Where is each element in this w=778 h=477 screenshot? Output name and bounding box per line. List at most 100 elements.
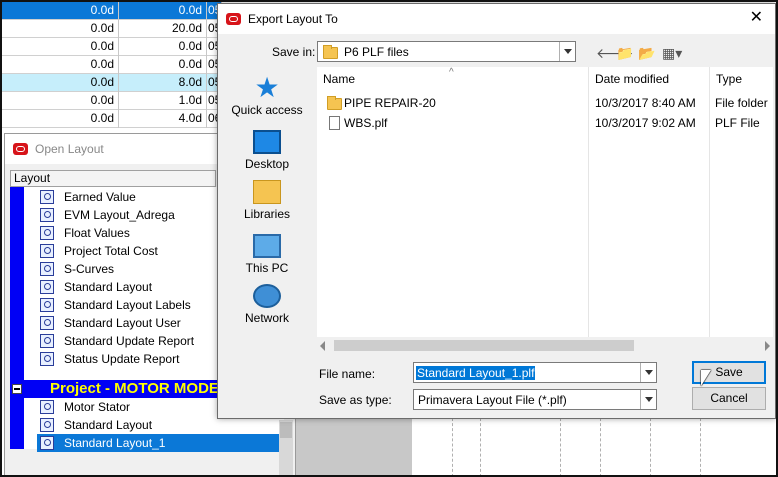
- file-name-label: File name:: [319, 367, 376, 381]
- grid-row[interactable]: 0.0d 0.0d 05: [2, 56, 222, 74]
- collapse-icon[interactable]: [12, 384, 22, 394]
- group-gutter: [10, 398, 24, 449]
- layout-icon: [40, 244, 54, 258]
- layout-icon: [40, 352, 54, 366]
- close-icon[interactable]: ✕: [750, 10, 763, 26]
- column-header-type[interactable]: Type: [710, 67, 773, 91]
- mouse-cursor-icon: [701, 370, 711, 386]
- layout-icon: [40, 262, 54, 276]
- grid-cell: 0.0d: [119, 56, 207, 74]
- layout-item-label: EVM Layout_Adrega: [64, 208, 175, 222]
- grid-cell: 0.0d: [119, 38, 207, 56]
- scroll-left-icon[interactable]: [320, 341, 325, 351]
- project-group-label: Project - MOTOR MODE: [50, 380, 219, 397]
- export-dialog-titlebar[interactable]: Export Layout To ✕: [218, 4, 775, 34]
- chevron-down-icon[interactable]: [640, 390, 656, 409]
- file-list: ^ Name Date modified Type PIPE REPAIR-20…: [317, 67, 773, 337]
- group-gutter: [10, 187, 24, 380]
- place-network[interactable]: Network: [223, 284, 311, 325]
- grid-row[interactable]: 0.0d 0.0d 05: [2, 2, 222, 20]
- grid-row[interactable]: 0.0d 20.0d 05: [2, 20, 222, 38]
- network-icon: [253, 284, 281, 308]
- layout-item-label: Standard Layout: [64, 418, 153, 432]
- gantt-gridline: [650, 418, 651, 477]
- gantt-gridline: [700, 418, 701, 477]
- activity-grid: 0.0d 0.0d 05 0.0d 20.0d 05 0.0d 0.0d 05 …: [2, 2, 222, 132]
- chevron-down-icon[interactable]: [559, 42, 575, 61]
- desktop-icon: [253, 130, 281, 154]
- layout-item-label: Status Update Report: [64, 352, 180, 366]
- save-as-type-select[interactable]: Primavera Layout File (*.plf): [413, 389, 657, 410]
- file-list-hscrollbar[interactable]: [317, 337, 773, 354]
- folder-icon: [323, 45, 338, 59]
- file-type: File folder: [715, 96, 768, 110]
- layout-item-label: S-Curves: [64, 262, 115, 276]
- place-label: Libraries: [243, 207, 291, 221]
- layout-item-label: Standard Layout Labels: [64, 298, 191, 312]
- libraries-icon: [253, 180, 281, 204]
- grid-cell: 0.0d: [2, 2, 119, 20]
- file-row[interactable]: PIPE REPAIR-20 10/3/2017 8:40 AM File fo…: [317, 93, 773, 113]
- grid-cell: 0.0d: [2, 110, 119, 128]
- cancel-button[interactable]: Cancel: [692, 387, 766, 410]
- grid-row[interactable]: 0.0d 4.0d 06: [2, 110, 222, 128]
- gantt-gridline: [600, 418, 601, 477]
- scrollbar-thumb[interactable]: [334, 340, 634, 351]
- oracle-logo-icon: [13, 143, 28, 155]
- open-layout-title: Open Layout: [35, 142, 104, 156]
- layout-icon: [40, 280, 54, 294]
- place-label: Desktop: [244, 157, 290, 171]
- place-libraries[interactable]: Libraries: [223, 180, 311, 221]
- grid-row[interactable]: 0.0d 8.0d 05: [2, 74, 222, 92]
- layout-column-header[interactable]: Layout: [10, 170, 216, 187]
- up-folder-icon[interactable]: 📁: [616, 45, 633, 61]
- file-name: WBS.plf: [344, 116, 388, 130]
- column-header-date[interactable]: Date modified: [589, 67, 709, 91]
- grid-cell: 1.0d: [119, 92, 207, 110]
- export-layout-dialog: Export Layout To ✕ Save in: P6 PLF files…: [217, 3, 776, 419]
- grid-cell: 0.0d: [2, 20, 119, 38]
- layout-item-label: Earned Value: [64, 190, 136, 204]
- gantt-gridline: [452, 418, 453, 477]
- layout-item-selected[interactable]: Standard Layout_1: [37, 434, 280, 452]
- grid-row[interactable]: 0.0d 1.0d 05: [2, 92, 222, 110]
- file-icon: [329, 116, 340, 130]
- file-name: PIPE REPAIR-20: [344, 96, 436, 110]
- file-name-input[interactable]: Standard Layout_1.plf: [413, 362, 657, 383]
- layout-icon: [40, 436, 54, 450]
- scrollbar-thumb[interactable]: [280, 422, 292, 438]
- grid-cell: 0.0d: [2, 74, 119, 92]
- place-desktop[interactable]: Desktop: [223, 130, 311, 171]
- gantt-gridline: [560, 418, 561, 477]
- grid-row[interactable]: 0.0d 0.0d 05: [2, 38, 222, 56]
- save-as-type-value: Primavera Layout File (*.plf): [418, 393, 567, 407]
- export-dialog-title: Export Layout To: [248, 12, 338, 26]
- scroll-right-icon[interactable]: [765, 341, 770, 351]
- layout-item-label: Motor Stator: [64, 400, 131, 414]
- new-folder-icon[interactable]: 📂: [638, 45, 655, 61]
- folder-icon: [327, 96, 342, 110]
- layout-icon: [40, 190, 54, 204]
- grid-cell: 0.0d: [2, 38, 119, 56]
- layout-list-scrollbar[interactable]: [279, 420, 293, 476]
- save-in-combobox[interactable]: P6 PLF files: [317, 41, 576, 62]
- place-quick-access[interactable]: ★ Quick access: [223, 72, 311, 118]
- layout-icon: [40, 334, 54, 348]
- star-icon: ★: [254, 72, 280, 103]
- place-label: Network: [244, 311, 289, 325]
- grid-cell: 0.0d: [119, 2, 207, 20]
- place-label: This PC: [245, 261, 289, 275]
- gantt-area: [412, 418, 776, 477]
- place-this-pc[interactable]: This PC: [223, 234, 311, 275]
- layout-icon: [40, 400, 54, 414]
- layout-icon: [40, 418, 54, 432]
- view-menu-icon[interactable]: ▦▾: [662, 45, 682, 61]
- layout-item-label: Float Values: [64, 226, 130, 240]
- oracle-logo-icon: [226, 13, 241, 25]
- file-row[interactable]: WBS.plf 10/3/2017 9:02 AM PLF File: [317, 113, 773, 133]
- file-date: 10/3/2017 8:40 AM: [595, 96, 696, 110]
- file-name-value: Standard Layout_1.plf: [416, 366, 536, 380]
- save-as-type-label: Save as type:: [319, 393, 392, 407]
- column-header-name[interactable]: Name: [317, 67, 587, 91]
- chevron-down-icon[interactable]: [640, 363, 656, 382]
